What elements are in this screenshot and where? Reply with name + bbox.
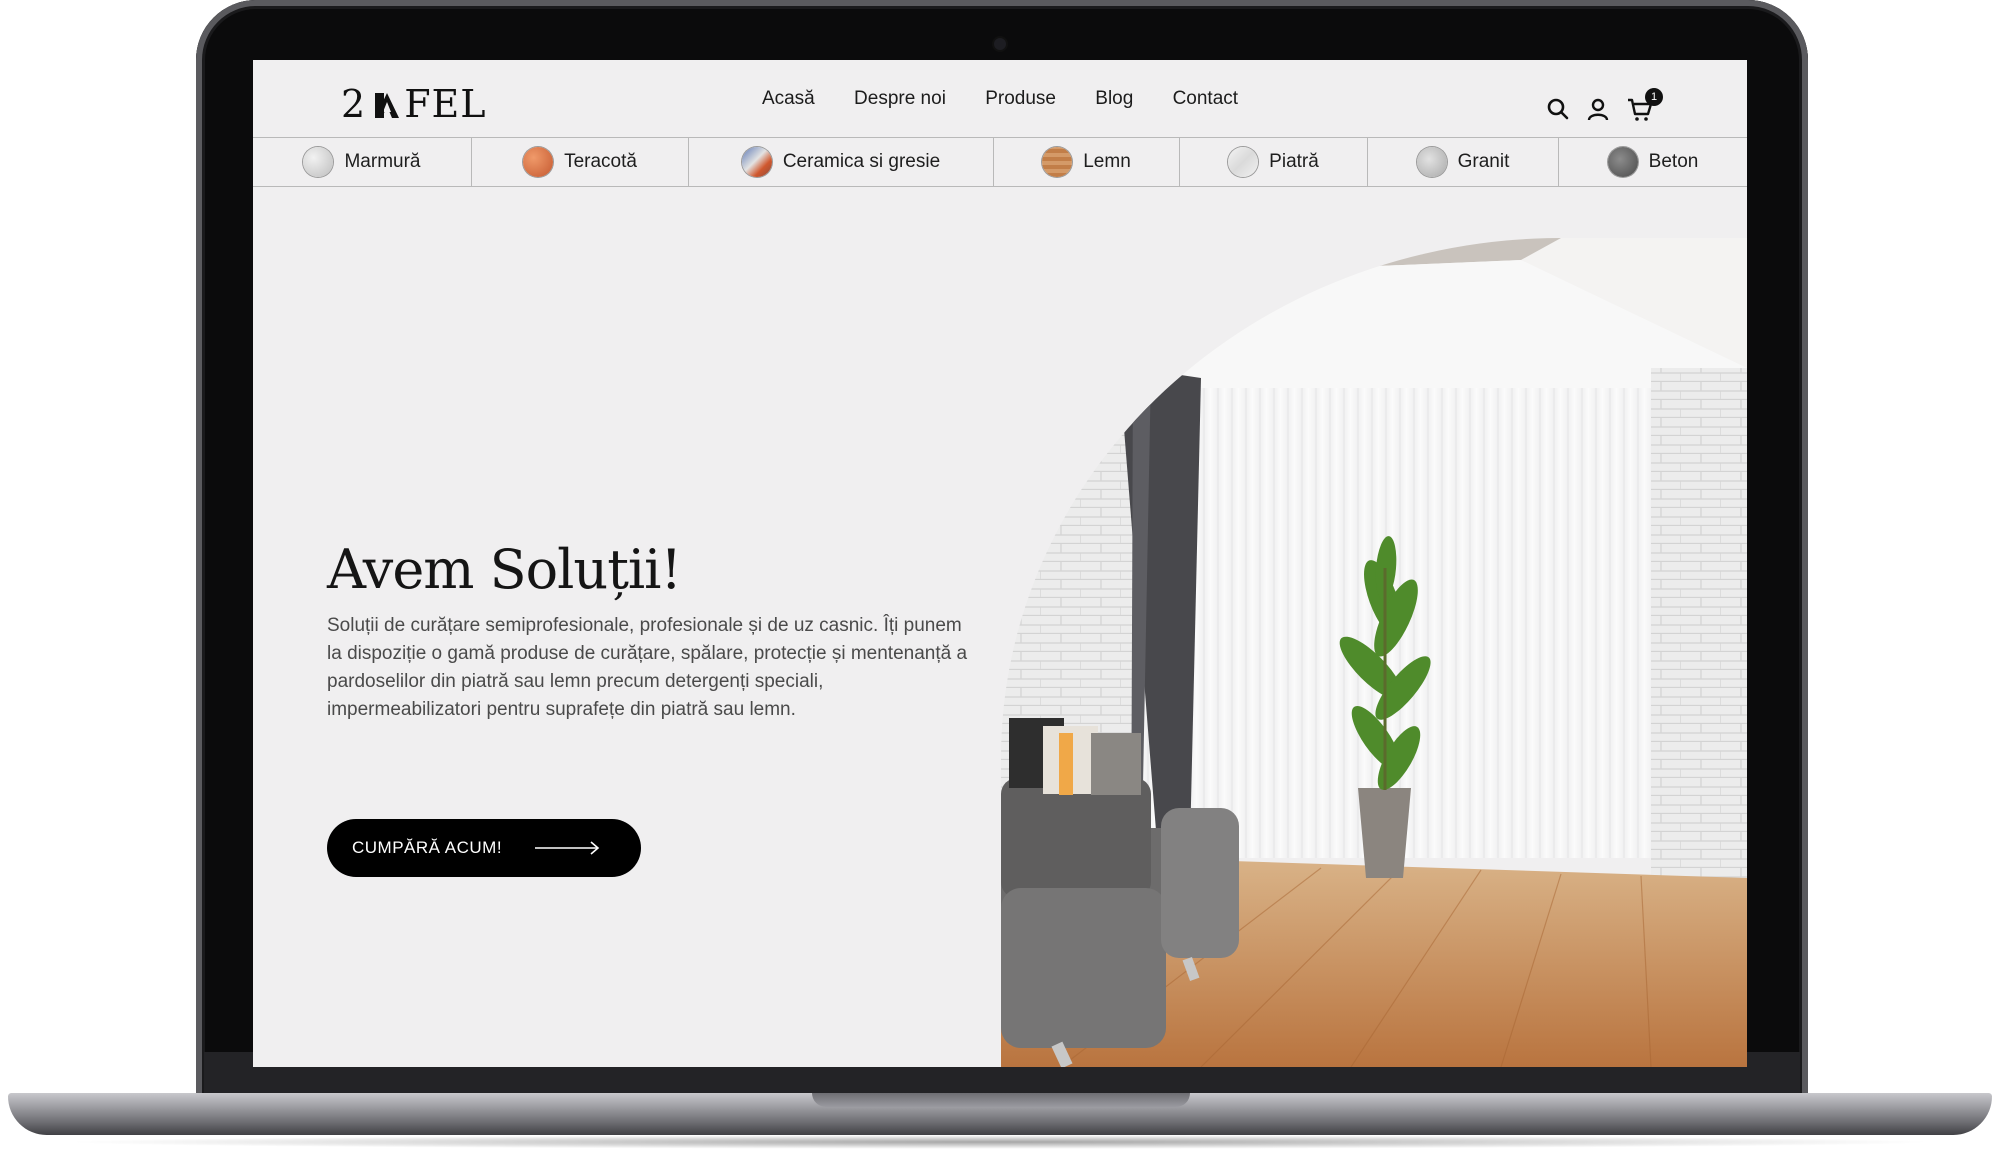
hero-description: Soluții de curățare semiprofesionale, pr… [327,615,968,720]
category-marble[interactable]: Marmură [253,138,472,186]
nav-about[interactable]: Despre noi [854,88,946,110]
hero-title: Avem Soluții! [327,538,682,601]
category-label: Beton [1648,151,1699,172]
marble-swatch [303,147,334,177]
category-granite[interactable]: Granit [1368,138,1559,186]
category-wood[interactable]: Lemn [994,138,1180,186]
wood-swatch [1042,147,1073,177]
category-bar: Marmură Teracotă Ceramica si gresie Lemn… [253,138,1747,187]
granite-swatch [1416,147,1447,177]
category-label: Lemn [1083,151,1131,172]
laptop-shadow [60,1135,1940,1149]
camera-icon [994,38,1006,50]
concrete-swatch [1607,147,1638,177]
nav-home[interactable]: Acasă [762,88,815,110]
terracotta-swatch [523,147,554,177]
laptop-notch [812,1093,1190,1107]
category-label: Teracotă [564,151,637,172]
category-ceramic[interactable]: Ceramica si gresie [689,138,994,186]
hero-living-room-image [1001,238,1747,1067]
website-screen: 2 FEL Acasă Despre noi Produse Blog Conta… [253,60,1747,1067]
shop-now-label: CUMPĂRĂ ACUM! [352,838,503,857]
user-icon[interactable] [1585,96,1611,122]
category-label: Granit [1457,151,1510,172]
category-label: Ceramica si gresie [782,151,941,172]
arrow-right-icon [535,841,600,855]
nav-blog[interactable]: Blog [1095,88,1133,110]
category-label: Marmură [344,151,421,172]
nav-contact[interactable]: Contact [1173,88,1238,110]
main-nav: Acasă Despre noi Produse Blog Contact [253,88,1747,110]
category-label: Piatră [1269,151,1319,172]
shop-now-button[interactable]: CUMPĂRĂ ACUM! [327,819,641,877]
category-terracotta[interactable]: Teracotă [472,138,689,186]
header-actions: 1 [1545,88,1665,126]
cart-count-badge: 1 [1645,88,1663,106]
search-icon[interactable] [1545,96,1571,122]
site-header: 2 FEL Acasă Despre noi Produse Blog Conta… [253,60,1747,138]
nav-products[interactable]: Produse [985,88,1056,110]
category-concrete[interactable]: Beton [1559,138,1747,186]
category-stone[interactable]: Piatră [1180,138,1368,186]
cart-icon[interactable]: 1 [1627,88,1663,122]
ceramic-swatch [741,147,772,177]
stone-swatch [1228,147,1259,177]
